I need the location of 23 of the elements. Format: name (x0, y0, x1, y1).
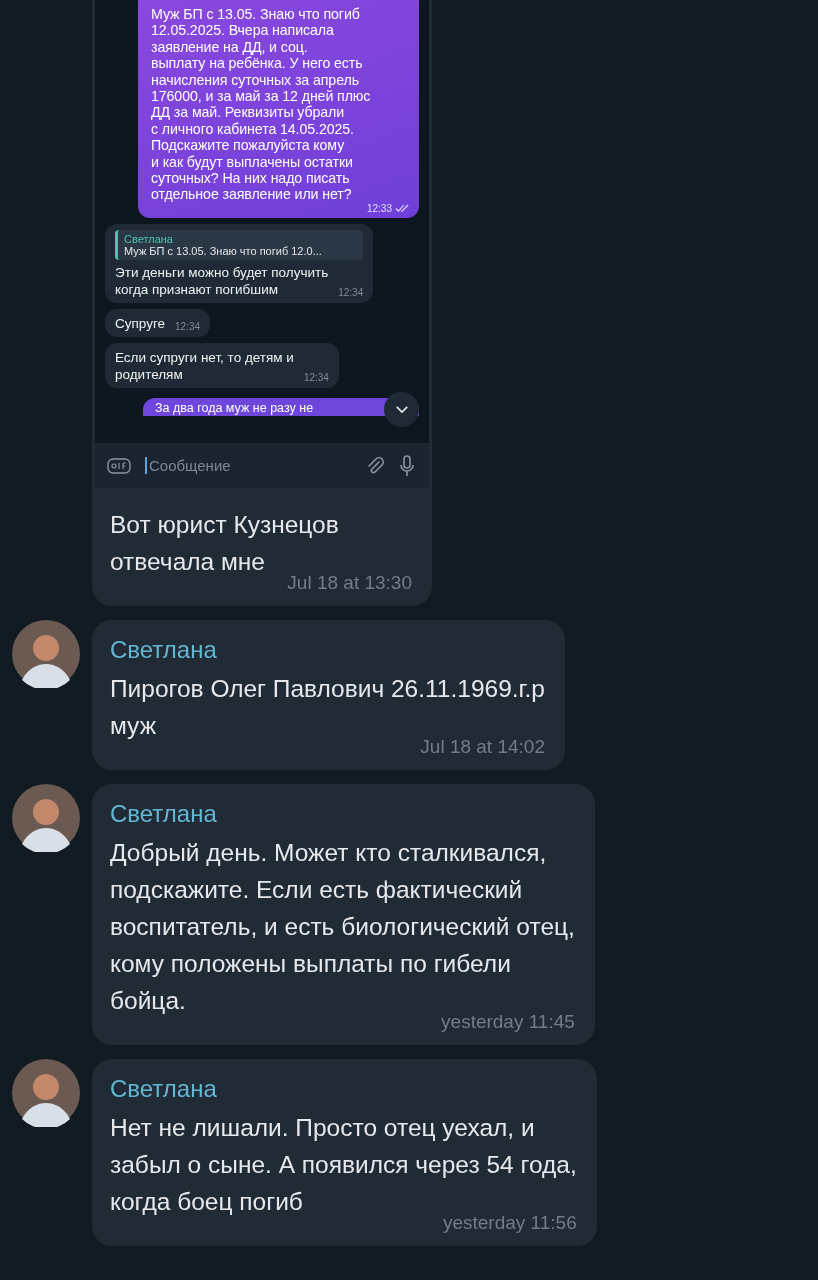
message-text: Муж БП с 13.05. Знаю что погиб 12.05.2025. Вчера написала заявление на ДД, и соц. выплату на ребёнка. У него есть начисления суточных за апрель 176000, и за май за 12 дней плюс ДД за май. Реквизиты убрали с личного кабинета 14.05.2025. Подскажите пожалуйста кому и как будут выплачены остатки суточных? На них надо писать отдельное заявление или нет? (151, 6, 372, 203)
quoted-text: Муж БП с 13.05. Знаю что погиб 12.0... (124, 244, 323, 257)
message-text: Если супруги нет, то детям и родителям (115, 348, 294, 383)
avatar[interactable] (12, 620, 80, 688)
message-time: 12:34 (175, 320, 201, 332)
sender-name[interactable]: Светлана (110, 1075, 577, 1103)
sender-name: Светлана (124, 232, 174, 245)
message-time: 12:33 (366, 202, 392, 214)
message-text: Эти деньги можно будет получить когда признают погибшим (115, 263, 329, 298)
message-text: Супруге (115, 314, 166, 332)
message-input-field[interactable]: Сообщение (145, 457, 351, 474)
chevron-down-icon (394, 405, 409, 414)
avatar[interactable] (12, 1059, 80, 1127)
message-time: 12:34 (303, 371, 329, 383)
paperclip-icon[interactable] (365, 455, 385, 476)
message-text: За два года муж не разу не (155, 400, 314, 416)
gif-icon (107, 457, 131, 474)
sender-name[interactable]: Светлана (110, 800, 575, 828)
avatar[interactable] (12, 784, 80, 852)
sender-name[interactable]: Светлана (110, 636, 545, 664)
message-time: 12:34 (338, 286, 364, 298)
scroll-down-button[interactable] (384, 392, 419, 427)
microphone-icon[interactable] (399, 454, 415, 477)
